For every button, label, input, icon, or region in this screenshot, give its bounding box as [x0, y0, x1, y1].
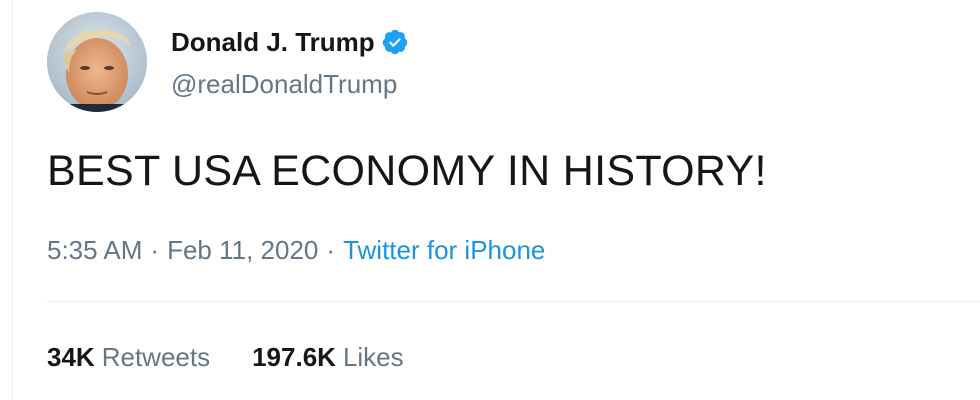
user-handle[interactable]: @realDonaldTrump: [171, 66, 397, 102]
tweet-detail: Donald J. Trump @realDonaldTrump BEST US…: [0, 0, 980, 400]
tweet-text: BEST USA ECONOMY IN HISTORY!: [47, 147, 767, 195]
retweets-stat[interactable]: 34K Retweets: [47, 337, 210, 377]
likes-label: Likes: [342, 342, 404, 372]
retweets-label: Retweets: [101, 342, 211, 372]
tweet-source-link[interactable]: Twitter for iPhone: [343, 235, 545, 265]
avatar[interactable]: [47, 12, 147, 112]
verified-badge-icon: [381, 28, 409, 56]
profile-photo: [47, 12, 147, 112]
tweet-metadata: 5:35 AM · Feb 11, 2020 · Twitter for iPhone: [47, 230, 545, 270]
user-name-row[interactable]: Donald J. Trump: [171, 24, 409, 60]
separator: ·: [150, 235, 160, 265]
divider: [47, 301, 980, 302]
display-name[interactable]: Donald J. Trump: [171, 24, 375, 60]
separator: ·: [326, 235, 336, 265]
tweet-stats: 34K Retweets 197.6K Likes: [47, 337, 404, 377]
tweet-time[interactable]: 5:35 AM: [47, 235, 142, 265]
likes-count: 197.6K: [252, 342, 336, 372]
retweets-count: 34K: [47, 342, 95, 372]
likes-stat[interactable]: 197.6K Likes: [252, 337, 404, 377]
column-border: [12, 0, 13, 400]
tweet-date[interactable]: Feb 11, 2020: [167, 235, 318, 265]
